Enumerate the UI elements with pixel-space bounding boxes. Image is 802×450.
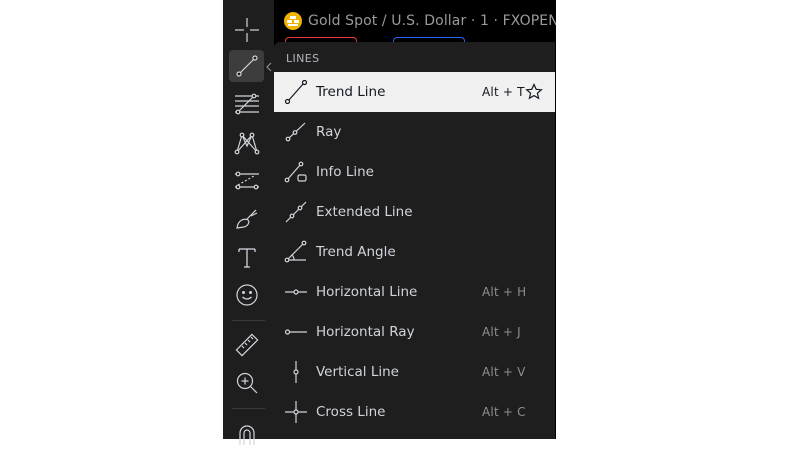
menu-item-shortcut: Alt + C bbox=[482, 405, 526, 419]
menu-item-label: Extended Line bbox=[316, 204, 413, 220]
menu-item-label: Trend Angle bbox=[316, 244, 396, 260]
menu-item-label: Trend Line bbox=[316, 84, 386, 100]
chevron-left-icon[interactable] bbox=[265, 61, 273, 73]
symbol-header[interactable]: Gold Spot / U.S. Dollar · 1 · FXOPEN bbox=[284, 10, 556, 32]
ruler-icon[interactable] bbox=[229, 329, 264, 361]
menu-item-extended-line[interactable]: Extended Line bbox=[274, 192, 555, 232]
horizontal-line-icon bbox=[284, 280, 308, 304]
star-outline-icon[interactable] bbox=[525, 83, 543, 101]
menu-item-label: Vertical Line bbox=[316, 364, 399, 380]
menu-section-header: LINES bbox=[286, 52, 320, 65]
menu-item-label: Cross Line bbox=[316, 404, 386, 420]
vertical-line-icon bbox=[284, 360, 308, 384]
gold-bars-icon bbox=[284, 12, 302, 30]
menu-item-label: Horizontal Ray bbox=[316, 324, 415, 340]
menu-item-trend-line[interactable]: Trend Line Alt + T bbox=[274, 72, 555, 112]
extended-line-icon bbox=[284, 200, 308, 224]
menu-item-label: Ray bbox=[316, 124, 342, 140]
fib-retracement-icon[interactable] bbox=[229, 88, 264, 120]
crosshair-icon[interactable] bbox=[229, 14, 264, 46]
prediction-measurement-icon[interactable] bbox=[229, 165, 264, 197]
menu-item-label: Horizontal Line bbox=[316, 284, 418, 300]
info-line-icon bbox=[284, 160, 308, 184]
menu-item-shortcut: Alt + H bbox=[482, 285, 527, 299]
menu-item-shortcut: Alt + V bbox=[482, 365, 526, 379]
menu-item-shortcut: Alt + T bbox=[482, 85, 525, 99]
lines-menu: LINES Trend Line Alt + T Ray Info Line E… bbox=[274, 42, 555, 439]
toolbar-divider bbox=[232, 408, 265, 409]
toolbar-divider bbox=[232, 320, 265, 321]
menu-item-trend-angle[interactable]: Trend Angle bbox=[274, 232, 555, 272]
zoom-in-icon[interactable] bbox=[229, 367, 264, 399]
menu-item-label: Info Line bbox=[316, 164, 374, 180]
menu-item-horizontal-line[interactable]: Horizontal Line Alt + H bbox=[274, 272, 555, 312]
brush-icon[interactable] bbox=[229, 203, 264, 235]
pattern-icon[interactable] bbox=[229, 127, 264, 159]
text-icon[interactable] bbox=[229, 241, 264, 273]
menu-item-vertical-line[interactable]: Vertical Line Alt + V bbox=[274, 352, 555, 392]
symbol-title: Gold Spot / U.S. Dollar · 1 · FXOPEN bbox=[308, 13, 556, 29]
trend-line-icon[interactable] bbox=[229, 50, 264, 82]
trend-angle-icon bbox=[284, 240, 308, 264]
trend-line-icon bbox=[284, 80, 308, 104]
menu-item-shortcut: Alt + J bbox=[482, 325, 521, 339]
menu-item-ray[interactable]: Ray bbox=[274, 112, 555, 152]
menu-item-horizontal-ray[interactable]: Horizontal Ray Alt + J bbox=[274, 312, 555, 352]
drawing-toolbar bbox=[223, 0, 274, 445]
menu-item-info-line[interactable]: Info Line bbox=[274, 152, 555, 192]
menu-item-cross-line[interactable]: Cross Line Alt + C bbox=[274, 392, 555, 432]
magnet-icon[interactable] bbox=[229, 418, 264, 450]
cross-line-icon bbox=[284, 400, 308, 424]
ray-icon bbox=[284, 120, 308, 144]
emoji-icon[interactable] bbox=[229, 279, 264, 311]
horizontal-ray-icon bbox=[284, 320, 308, 344]
